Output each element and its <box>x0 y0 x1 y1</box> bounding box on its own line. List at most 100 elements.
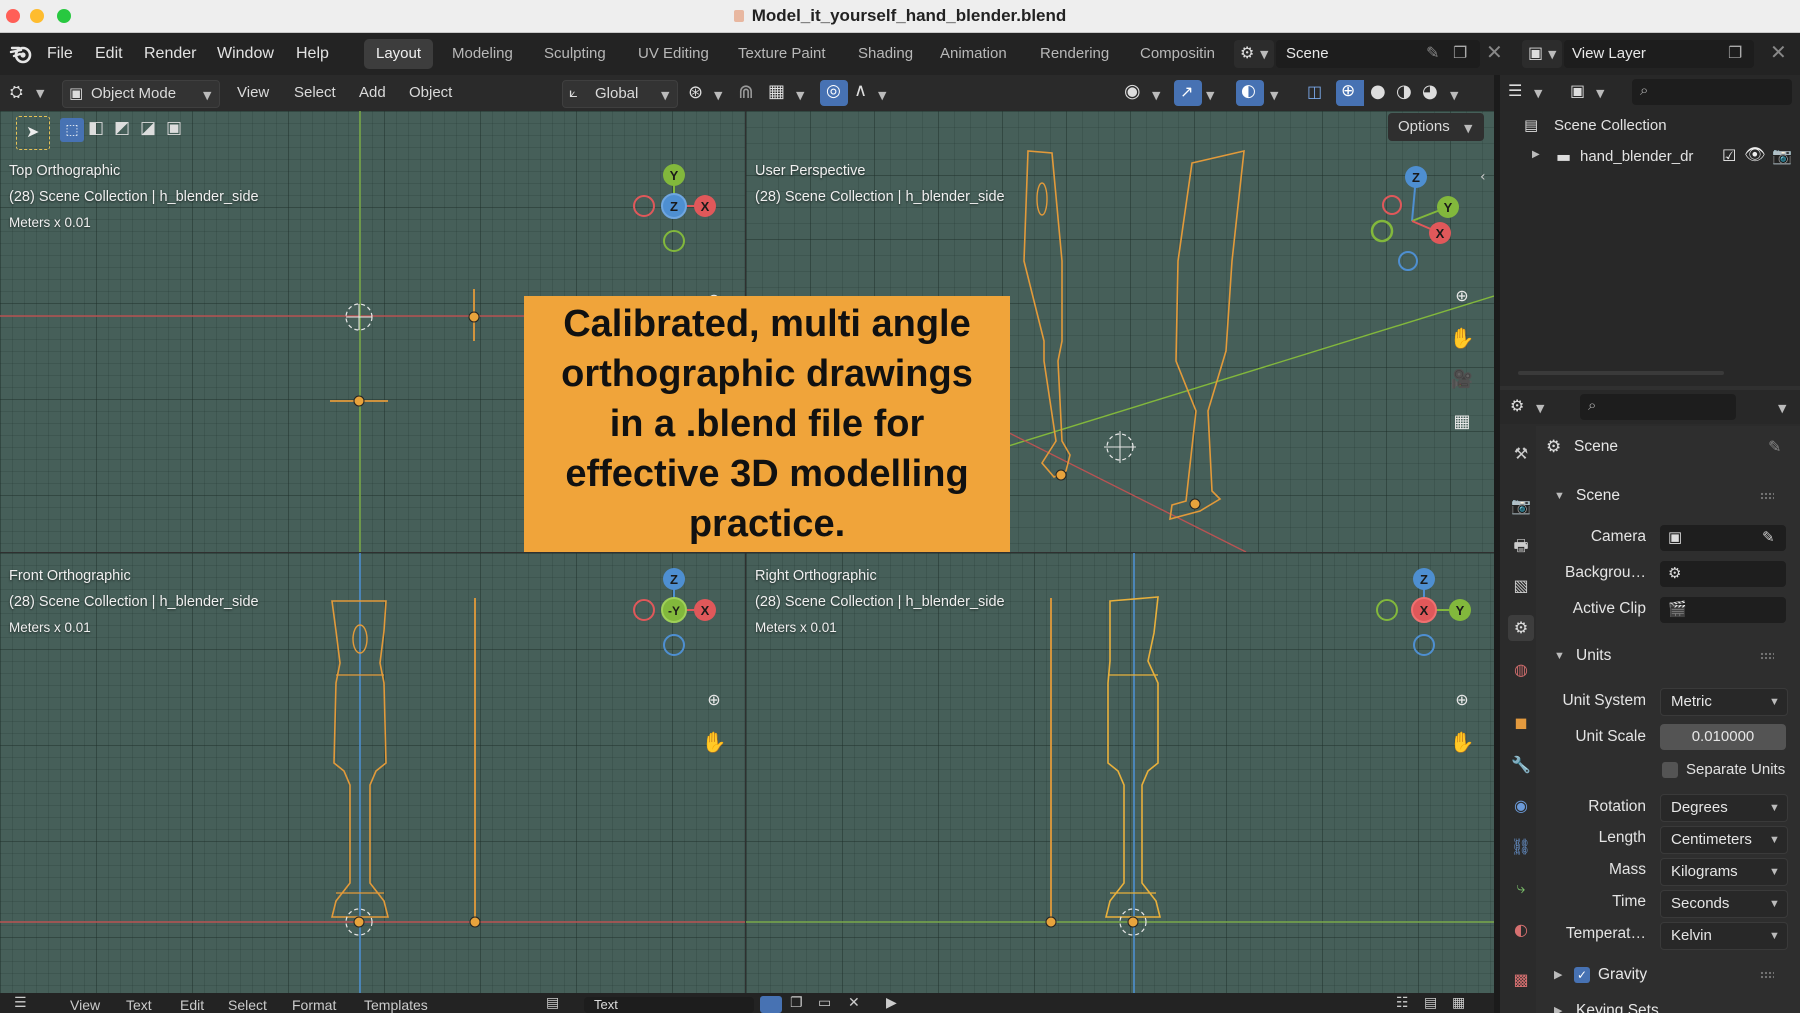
visibility-eye-icon[interactable]: ◉ <box>1124 80 1141 102</box>
text-browse-icon[interactable]: ▤ <box>546 995 559 1011</box>
output-tab-icon[interactable]: 🖶 <box>1508 533 1534 559</box>
unit-scale-field[interactable]: 0.010000 <box>1660 724 1786 750</box>
pin-icon[interactable]: ✎ <box>1768 437 1781 456</box>
tab-modeling[interactable]: Modeling <box>440 39 525 69</box>
perspective-toggle-icon[interactable]: ▦ <box>1447 407 1477 437</box>
line-numbers-icon[interactable]: ☷ <box>1396 995 1409 1011</box>
menu-select[interactable]: Select <box>294 80 336 106</box>
material-shading-icon[interactable]: ◑ <box>1396 81 1412 102</box>
world-tab-icon[interactable]: ◍ <box>1508 657 1534 683</box>
constraints-tab-icon[interactable]: ⛓ <box>1508 834 1534 860</box>
blender-logo-icon[interactable] <box>9 42 33 66</box>
delete-view-layer-icon[interactable]: ✕ <box>1770 40 1787 64</box>
navigation-gizmo-right[interactable]: Z Y X <box>1360 565 1490 665</box>
outliner-editor-type-button[interactable]: ☰ ▼ <box>1506 79 1552 105</box>
view-layer-field[interactable]: View Layer ❐ <box>1564 40 1754 68</box>
pan-hand-icon[interactable]: ✋ <box>1447 727 1477 757</box>
render-tab-icon[interactable]: 📷 <box>1508 493 1534 519</box>
tool-settings-tab-icon[interactable]: ⚒ <box>1508 441 1534 467</box>
outliner-scrollbar[interactable] <box>1518 371 1724 375</box>
gravity-checkbox[interactable]: ✓ <box>1574 967 1590 983</box>
snap-target-icon[interactable]: ▦ <box>768 81 785 102</box>
keying-sets-panel-header[interactable]: ▶ Keying Sets <box>1546 995 1792 1013</box>
object-tab-icon[interactable]: ◼ <box>1508 710 1534 736</box>
tab-rendering[interactable]: Rendering <box>1028 39 1121 69</box>
proportional-editing-button[interactable]: ◎ <box>820 80 848 106</box>
navigation-gizmo-front[interactable]: Z X -Y <box>610 565 730 665</box>
delete-scene-icon[interactable]: ✕ <box>1486 40 1503 64</box>
physics-tab-icon[interactable]: ◉ <box>1508 793 1534 819</box>
scene-panel-header[interactable]: ▼ Scene <box>1546 480 1792 512</box>
pan-hand-icon[interactable]: ✋ <box>699 727 729 757</box>
camera-view-icon[interactable]: 🎥 <box>1447 365 1477 395</box>
pan-hand-icon[interactable]: ✋ <box>1447 323 1477 353</box>
rotation-dropdown[interactable]: Degrees ▼ <box>1660 794 1788 822</box>
menu-view[interactable]: View <box>237 80 269 106</box>
view-layer-browse-button[interactable]: ▣ ▼ <box>1522 40 1562 68</box>
camera-render-icon[interactable]: 📷 <box>1772 146 1792 165</box>
eye-icon[interactable]: 👁 <box>1744 145 1766 165</box>
camera-field[interactable]: ▣ ✎ <box>1660 525 1786 551</box>
tab-animation[interactable]: Animation <box>928 39 1019 69</box>
time-dropdown[interactable]: Seconds ▼ <box>1660 890 1788 918</box>
tab-sculpting[interactable]: Sculpting <box>532 39 618 69</box>
expand-arrow-icon[interactable]: ▶ <box>1532 149 1540 160</box>
viewport-right-orthographic[interactable]: Right Orthographic (28) Scene Collection… <box>746 553 1494 993</box>
wireframe-shading-button[interactable]: ⊕ <box>1336 80 1364 106</box>
falloff-icon[interactable]: ∧ <box>854 80 867 101</box>
scene-name-field[interactable]: Scene ✎ ❐ <box>1276 40 1480 68</box>
menu-format[interactable]: Format <box>292 997 336 1013</box>
text-editor-type-icon[interactable]: ☰ <box>14 995 27 1011</box>
menu-render[interactable]: Render <box>144 33 196 75</box>
outliner-search-input[interactable]: ⌕ <box>1632 79 1792 105</box>
tab-compositing[interactable]: Compositin <box>1128 39 1227 69</box>
solid-shading-icon[interactable]: ● <box>1370 81 1386 102</box>
eyedropper-icon[interactable]: ✎ <box>1762 525 1775 551</box>
unlink-text-icon[interactable]: ✕ <box>848 995 860 1011</box>
menu-view[interactable]: View <box>70 997 100 1013</box>
gravity-panel-header[interactable]: ▶ ✓ Gravity <box>1546 959 1792 991</box>
outliner-item-row[interactable]: ▶ ▬ hand_blender_dr ☑ 👁 📷 <box>1532 145 1796 171</box>
active-clip-field[interactable]: 🎬 <box>1660 597 1786 623</box>
scene-tab-icon[interactable]: ⚙ <box>1508 615 1534 641</box>
new-view-layer-icon[interactable]: ❐ <box>1728 43 1742 62</box>
menu-text[interactable]: Text <box>126 997 152 1013</box>
view-layer-tab-icon[interactable]: ▧ <box>1508 573 1534 599</box>
zoom-icon[interactable]: ⊕ <box>699 685 729 715</box>
text-name-field[interactable]: Text <box>584 997 754 1013</box>
length-dropdown[interactable]: Centimeters ▼ <box>1660 826 1788 854</box>
sidebar-toggle-icon[interactable]: ‹ <box>1480 169 1486 185</box>
panel-grip-icon[interactable] <box>1760 492 1774 500</box>
menu-edit[interactable]: Edit <box>95 33 123 75</box>
units-panel-header[interactable]: ▼ Units <box>1546 640 1792 672</box>
object-mode-dropdown[interactable]: ▣ Object Mode ▼ <box>62 80 220 108</box>
zoom-icon[interactable]: ⊕ <box>1447 685 1477 715</box>
separate-units-checkbox[interactable] <box>1662 762 1678 778</box>
menu-edit[interactable]: Edit <box>180 997 204 1013</box>
modifiers-tab-icon[interactable]: 🔧 <box>1508 752 1534 778</box>
material-tab-icon[interactable]: ◐ <box>1508 917 1534 943</box>
menu-templates[interactable]: Templates <box>364 997 428 1013</box>
menu-window[interactable]: Window <box>217 33 274 75</box>
data-tab-icon[interactable]: ⤷ <box>1508 875 1534 901</box>
word-wrap-icon[interactable]: ▤ <box>1424 995 1437 1011</box>
gizmo-toggle-button[interactable]: ↗ <box>1174 80 1202 106</box>
transform-orientation-dropdown[interactable]: ⟀ Global ▼ <box>562 80 678 108</box>
menu-select[interactable]: Select <box>228 997 267 1013</box>
open-text-icon[interactable]: ▭ <box>818 995 831 1011</box>
menu-help[interactable]: Help <box>296 33 329 75</box>
pivot-point-icon[interactable]: ⊛ <box>688 82 703 103</box>
unit-system-dropdown[interactable]: Metric ▼ <box>1660 688 1788 716</box>
overlays-toggle-button[interactable]: ◐ <box>1236 80 1264 106</box>
editor-type-button[interactable]: ⛭ ▼ <box>8 80 52 106</box>
tab-texture-paint[interactable]: Texture Paint <box>726 39 838 69</box>
properties-editor-type-button[interactable]: ⚙ ▼ <box>1508 394 1554 420</box>
display-mode-button[interactable]: ▣ ▼ <box>1568 79 1614 105</box>
snap-icon[interactable]: ⋒ <box>738 81 754 103</box>
viewport-front-orthographic[interactable]: Front Orthographic (28) Scene Collection… <box>0 553 745 993</box>
new-text-icon[interactable]: ❐ <box>790 995 803 1011</box>
background-scene-field[interactable]: ⚙ <box>1660 561 1786 587</box>
run-script-icon[interactable]: ▶ <box>886 995 897 1011</box>
tab-layout[interactable]: Layout <box>364 39 434 69</box>
tab-shading[interactable]: Shading <box>846 39 925 69</box>
